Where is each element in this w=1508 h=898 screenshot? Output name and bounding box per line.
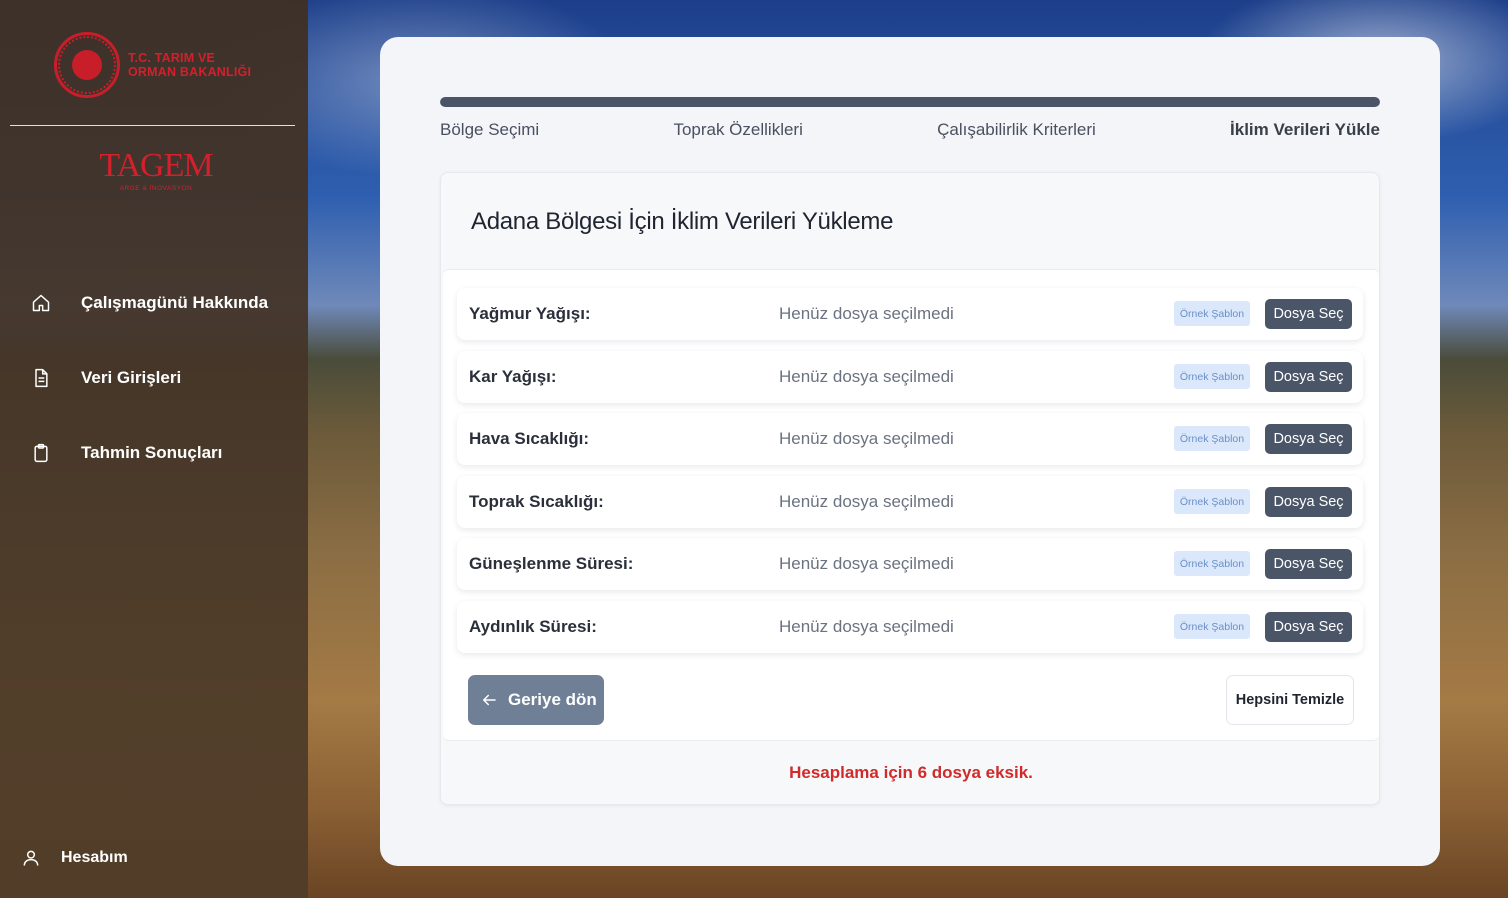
tagem-subtitle: ARGE & İNOVASYON (119, 185, 193, 192)
sidebar-item-label: Tahmin Sonuçları (81, 442, 223, 462)
step-region-selection[interactable]: Bölge Seçimi (440, 120, 539, 144)
step-soil-properties[interactable]: Toprak Özellikleri (673, 120, 802, 144)
sample-template-button[interactable]: Örnek Şablon (1174, 426, 1250, 451)
file-status: Henüz dosya seçilmedi (779, 429, 954, 448)
sidebar: T.C. TARIM VE ORMAN BAKANLIĞI TAGEM ARGE… (0, 0, 308, 898)
choose-file-button[interactable]: Dosya Seç (1265, 612, 1352, 642)
sidebar-item-about[interactable]: Çalışmagünü Hakkında (0, 265, 308, 340)
choose-file-button[interactable]: Dosya Seç (1265, 549, 1352, 579)
missing-files-message: Hesaplama için 6 dosya eksik. (789, 763, 1033, 782)
step-workability-criteria[interactable]: Çalışabilirlik Kriterleri (937, 120, 1096, 144)
file-status: Henüz dosya seçilmedi (779, 492, 954, 511)
account-link[interactable]: Hesabım (0, 838, 308, 878)
choose-file-button[interactable]: Dosya Seç (1265, 424, 1352, 454)
sidebar-item-data-entries[interactable]: Veri Girişleri (0, 340, 308, 415)
document-icon (31, 368, 51, 388)
ministry-logo: T.C. TARIM VE ORMAN BAKANLIĞI (54, 32, 251, 98)
user-icon (21, 848, 41, 868)
upload-row-daylight-duration: Aydınlık Süresi: Henüz dosya seçilmedi Ö… (457, 601, 1363, 653)
row-label: Güneşlenme Süresi: (469, 554, 634, 573)
ministry-name-line2: ORMAN BAKANLIĞI (128, 65, 252, 79)
ministry-seal-icon (54, 32, 120, 98)
file-status: Henüz dosya seçilmedi (779, 304, 954, 323)
clear-all-button[interactable]: Hepsini Temizle (1226, 675, 1354, 725)
home-icon (31, 293, 51, 313)
upload-row-sunshine-duration: Güneşlenme Süresi: Henüz dosya seçilmedi… (457, 538, 1363, 590)
back-button[interactable]: Geriye dön (468, 675, 604, 725)
upload-row-air-temperature: Hava Sıcaklığı: Henüz dosya seçilmedi Ör… (457, 413, 1363, 465)
back-button-label: Geriye dön (508, 690, 597, 709)
stepper-steps: Bölge Seçimi Toprak Özellikleri Çalışabi… (440, 120, 1380, 144)
sample-template-button[interactable]: Örnek Şablon (1174, 364, 1250, 389)
sidebar-item-predictions[interactable]: Tahmin Sonuçları (0, 415, 308, 490)
sample-template-button[interactable]: Örnek Şablon (1174, 489, 1250, 514)
stepper-progress-fill (440, 97, 1380, 107)
arrow-left-icon (480, 691, 498, 709)
row-label: Aydınlık Süresi: (469, 617, 597, 636)
main-card: Bölge Seçimi Toprak Özellikleri Çalışabi… (380, 37, 1440, 866)
panel-title: Adana Bölgesi İçin İklim Verileri Yüklem… (471, 208, 894, 235)
sample-template-button[interactable]: Örnek Şablon (1174, 551, 1250, 576)
sample-template-button[interactable]: Örnek Şablon (1174, 301, 1250, 326)
row-label: Toprak Sıcaklığı: (469, 492, 604, 511)
step-climate-upload[interactable]: İklim Verileri Yükle (1230, 120, 1380, 144)
row-label: Kar Yağışı: (469, 367, 557, 386)
choose-file-button[interactable]: Dosya Seç (1265, 487, 1352, 517)
upload-list: Yağmur Yağışı: Henüz dosya seçilmedi Örn… (443, 269, 1379, 741)
sidebar-item-label: Çalışmagünü Hakkında (81, 292, 269, 312)
upload-panel: Adana Bölgesi İçin İklim Verileri Yüklem… (440, 172, 1380, 805)
row-label: Yağmur Yağışı: (469, 304, 591, 323)
upload-row-snowfall: Kar Yağışı: Henüz dosya seçilmedi Örnek … (457, 351, 1363, 403)
tagem-wordmark: TAGEM (99, 147, 213, 184)
sample-template-button[interactable]: Örnek Şablon (1174, 614, 1250, 639)
account-label: Hesabım (61, 849, 128, 866)
file-status: Henüz dosya seçilmedi (779, 554, 954, 573)
file-status: Henüz dosya seçilmedi (779, 367, 954, 386)
sidebar-item-label: Veri Girişleri (81, 367, 182, 387)
ministry-name-line1: T.C. TARIM VE (128, 51, 216, 65)
tagem-logo: TAGEM ARGE & İNOVASYON (96, 147, 216, 193)
choose-file-button[interactable]: Dosya Seç (1265, 362, 1352, 392)
clipboard-icon (31, 443, 51, 463)
stepper-progress-bar (440, 97, 1380, 107)
upload-row-soil-temperature: Toprak Sıcaklığı: Henüz dosya seçilmedi … (457, 476, 1363, 528)
upload-row-rainfall: Yağmur Yağışı: Henüz dosya seçilmedi Örn… (457, 288, 1363, 340)
row-label: Hava Sıcaklığı: (469, 429, 590, 448)
sidebar-divider (10, 125, 295, 126)
choose-file-button[interactable]: Dosya Seç (1265, 299, 1352, 329)
file-status: Henüz dosya seçilmedi (779, 617, 954, 636)
